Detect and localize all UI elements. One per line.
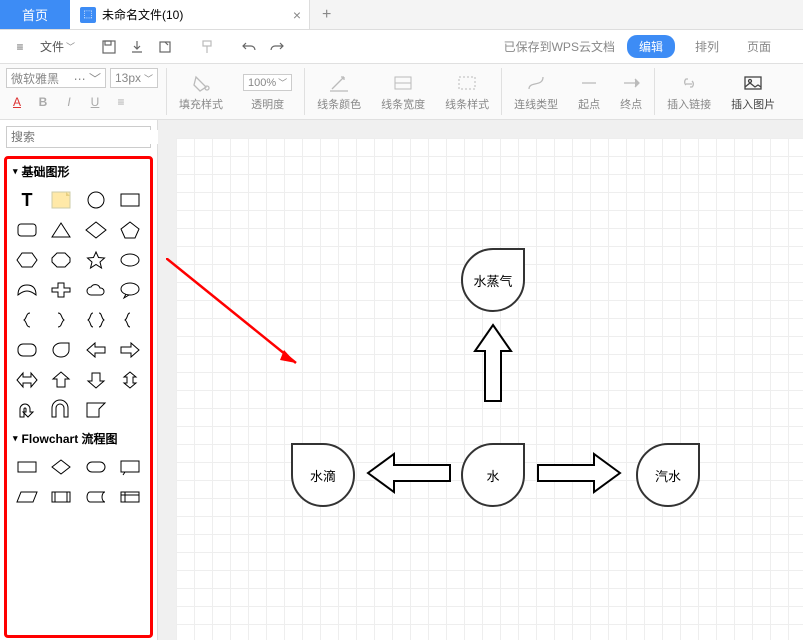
shape-brace-l[interactable] [11, 306, 43, 334]
shape-corner[interactable] [80, 396, 112, 424]
bold-button[interactable]: B [32, 92, 54, 112]
menubar: ≡ 文件﹀ 已保存到WPS云文档 编辑 排列 页面 [0, 30, 803, 64]
menu-icon[interactable]: ≡ [8, 35, 32, 59]
shape-fc-internal[interactable] [114, 483, 146, 511]
insert-link-button[interactable]: 插入链接 [657, 64, 721, 119]
shape-rect[interactable] [114, 186, 146, 214]
sidebar: 🔍 基础图形 T [0, 120, 158, 640]
shape-roundrect[interactable] [11, 216, 43, 244]
shape-arrow-ud[interactable] [114, 366, 146, 394]
search-field[interactable] [11, 130, 166, 144]
doc-icon: ⬚ [80, 7, 96, 23]
save-status-text: 已保存到WPS云文档 [504, 38, 615, 55]
tab-bar: 首页 ⬚ 未命名文件(10) × + [0, 0, 803, 30]
opacity-button[interactable]: 100%﹀ 透明度 [233, 64, 302, 119]
node-steam[interactable]: 水蒸气 [461, 248, 525, 312]
tab-home[interactable]: 首页 [0, 0, 70, 29]
search-input[interactable]: 🔍 [6, 126, 151, 148]
shape-blank[interactable] [114, 396, 146, 424]
shape-pentagon[interactable] [114, 216, 146, 244]
shape-arrow-up[interactable] [45, 366, 77, 394]
shape-arrow-lr[interactable] [11, 366, 43, 394]
shape-brace-r[interactable] [45, 306, 77, 334]
svg-text:T: T [22, 190, 33, 210]
align-button[interactable]: ≡ [110, 92, 132, 112]
font-select[interactable]: 微软雅黑⋯ ﹀ [6, 68, 106, 88]
shape-fc-predefined[interactable] [45, 483, 77, 511]
category-basic[interactable]: 基础图形 [7, 159, 150, 184]
canvas[interactable]: 水蒸气 水滴 水 汽水 [158, 120, 803, 640]
shape-cloud[interactable] [80, 276, 112, 304]
shape-panel: 基础图形 T [4, 156, 153, 638]
line-width-button[interactable]: 线条宽度 [371, 64, 435, 119]
italic-button[interactable]: I [58, 92, 80, 112]
shape-fc-data[interactable] [11, 483, 43, 511]
undo-icon[interactable] [237, 35, 261, 59]
arrow-up[interactable] [471, 323, 515, 403]
shape-uturn2[interactable] [45, 396, 77, 424]
font-color-button[interactable]: A [6, 92, 28, 112]
shape-drop[interactable] [45, 336, 77, 364]
close-icon[interactable]: × [293, 7, 301, 23]
shape-text[interactable]: T [11, 186, 43, 214]
shape-trapezoid[interactable] [11, 276, 43, 304]
annotation-arrow [166, 258, 316, 378]
page-menu[interactable]: 页面 [739, 38, 779, 55]
shape-roundrect2[interactable] [11, 336, 43, 364]
export-icon[interactable] [153, 35, 177, 59]
tab-document[interactable]: ⬚ 未命名文件(10) × [70, 0, 310, 29]
shape-triangle[interactable] [45, 216, 77, 244]
basic-shapes-grid: T [7, 184, 150, 426]
shape-uturn[interactable] [11, 396, 43, 424]
format-painter-icon[interactable] [195, 35, 219, 59]
download-icon[interactable] [125, 35, 149, 59]
new-tab-button[interactable]: + [310, 0, 343, 29]
insert-image-button[interactable]: 插入图片 [721, 64, 785, 119]
node-water[interactable]: 水 [461, 443, 525, 507]
arrange-menu[interactable]: 排列 [687, 38, 727, 55]
end-point-button[interactable]: 终点 [610, 64, 652, 119]
shape-note[interactable] [45, 186, 77, 214]
shape-star[interactable] [80, 246, 112, 274]
shape-plus[interactable] [45, 276, 77, 304]
fill-style-button[interactable]: 填充样式 [169, 64, 233, 119]
shape-fc-stored[interactable] [80, 483, 112, 511]
node-soda[interactable]: 汽水 [636, 443, 700, 507]
toolbar: 微软雅黑⋯ ﹀ 13px﹀ A B I U ≡ 填充样式 100%﹀ 透明度 线… [0, 64, 803, 120]
main-area: 🔍 基础图形 T [0, 120, 803, 640]
shape-hexagon[interactable] [11, 246, 43, 274]
shape-speech[interactable] [114, 276, 146, 304]
arrow-left[interactable] [366, 448, 452, 498]
tab-file-name: 未命名文件(10) [102, 6, 183, 23]
shape-fc-terminator[interactable] [80, 453, 112, 481]
shape-braces[interactable] [80, 306, 112, 334]
line-color-button[interactable]: 线条颜色 [307, 64, 371, 119]
shape-ellipse[interactable] [114, 246, 146, 274]
shape-arrow-right[interactable] [114, 336, 146, 364]
underline-button[interactable]: U [84, 92, 106, 112]
redo-icon[interactable] [265, 35, 289, 59]
shape-arrow-left[interactable] [80, 336, 112, 364]
flowchart-shapes-grid [7, 451, 150, 513]
line-style-button[interactable]: 线条样式 [435, 64, 499, 119]
shape-circle[interactable] [80, 186, 112, 214]
shape-octagon[interactable] [45, 246, 77, 274]
node-drop[interactable]: 水滴 [291, 443, 355, 507]
file-menu[interactable]: 文件﹀ [36, 38, 79, 55]
arrow-right[interactable] [536, 448, 622, 498]
start-point-button[interactable]: 起点 [568, 64, 610, 119]
shape-arrow-down[interactable] [80, 366, 112, 394]
edit-button[interactable]: 编辑 [627, 35, 675, 58]
shape-fc-decision[interactable] [45, 453, 77, 481]
category-flowchart[interactable]: Flowchart 流程图 [7, 426, 150, 451]
shape-fc-display[interactable] [114, 453, 146, 481]
shape-brace-single[interactable] [114, 306, 146, 334]
shape-diamond[interactable] [80, 216, 112, 244]
connection-type-button[interactable]: 连线类型 [504, 64, 568, 119]
font-size-select[interactable]: 13px﹀ [110, 68, 158, 88]
save-icon[interactable] [97, 35, 121, 59]
shape-fc-process[interactable] [11, 453, 43, 481]
